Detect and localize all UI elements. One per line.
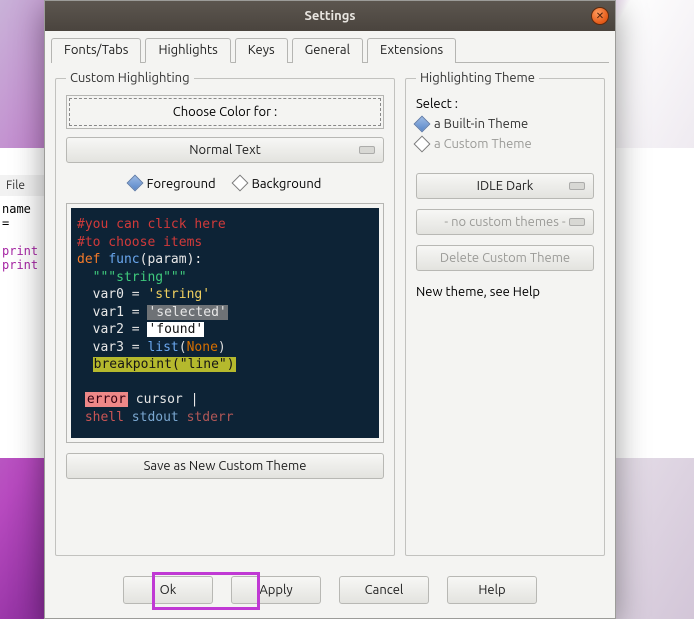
custom-theme-dropdown: - no custom themes - [416,209,594,235]
foreground-radio[interactable]: Foreground [129,177,216,191]
cancel-button[interactable]: Cancel [339,576,429,604]
dropdown-handle-icon [569,182,585,190]
close-icon[interactable]: ✕ [591,7,609,25]
new-theme-note: New theme, see Help [416,285,594,299]
ok-button[interactable]: Ok [123,576,213,604]
dropdown-handle-icon [359,146,375,154]
highlighting-theme-group: Highlighting Theme Select : a Built-in T… [405,71,605,556]
tab-keys[interactable]: Keys [235,38,288,63]
apply-button[interactable]: Apply [231,576,321,604]
highlight-preview[interactable]: #you can click here #to choose items def… [71,208,379,438]
settings-dialog: Settings ✕ Fonts/Tabs Highlights Keys Ge… [44,0,616,619]
delete-custom-theme-button: Delete Custom Theme [416,245,594,271]
tab-general[interactable]: General [292,38,363,63]
highlight-element-dropdown[interactable]: Normal Text [66,137,384,163]
save-custom-theme-button[interactable]: Save as New Custom Theme [66,453,384,479]
builtin-theme-radio[interactable]: a Built-in Theme [416,117,594,131]
editor-text-fragment: name = print print [0,196,44,456]
custom-highlighting-legend: Custom Highlighting [66,71,194,85]
choose-color-button[interactable]: Choose Color for : [66,95,384,129]
window-title: Settings [304,9,355,23]
tab-highlights[interactable]: Highlights [145,38,230,63]
help-button[interactable]: Help [447,576,537,604]
dialog-button-bar: Ok Apply Cancel Help [45,566,615,618]
dropdown-handle-icon [569,218,585,226]
custom-highlighting-group: Custom Highlighting Choose Color for : N… [55,71,395,556]
tab-extensions[interactable]: Extensions [367,38,456,63]
select-label: Select : [416,97,594,111]
titlebar: Settings ✕ [45,1,615,31]
tab-bar: Fonts/Tabs Highlights Keys General Exten… [45,31,615,62]
highlighting-theme-legend: Highlighting Theme [416,71,539,85]
tab-fonts[interactable]: Fonts/Tabs [51,38,141,63]
menu-file[interactable]: File [6,179,25,192]
fg-bg-radio-group: Foreground Background [66,177,384,191]
custom-theme-radio[interactable]: a Custom Theme [416,137,594,151]
builtin-theme-dropdown[interactable]: IDLE Dark [416,173,594,199]
background-radio[interactable]: Background [234,177,322,191]
